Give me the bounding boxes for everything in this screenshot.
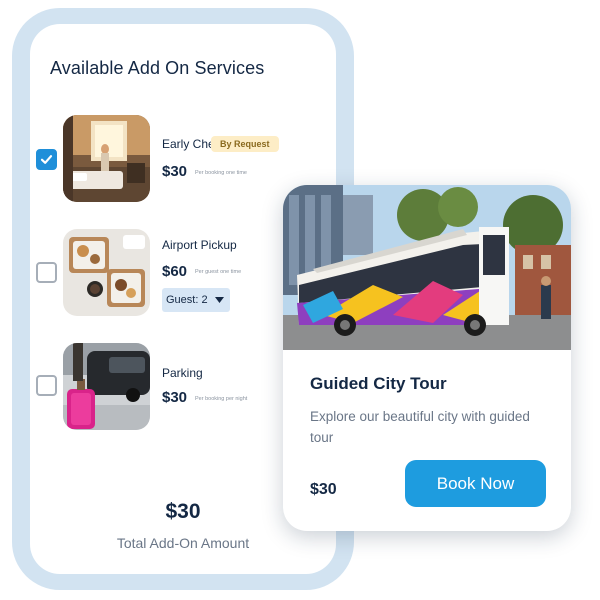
checkmark-icon xyxy=(40,155,53,164)
parking-price: $30 xyxy=(162,389,188,406)
parking-note: Per booking per night xyxy=(195,396,248,402)
tour-price: $30 xyxy=(310,481,337,498)
early-checkin-image xyxy=(63,115,150,202)
tour-title: Guided City Tour xyxy=(310,374,447,393)
parking-checkbox[interactable] xyxy=(36,375,57,396)
addons-title: Available Add On Services xyxy=(50,58,265,78)
airport-pickup-price: $60 xyxy=(162,263,188,280)
parking-image xyxy=(63,343,150,430)
early-checkin-price: $30 xyxy=(162,163,188,180)
airport-pickup-note: Per guest one time xyxy=(195,269,242,275)
parking-name: Parking xyxy=(162,366,203,380)
early-checkin-note: Per booking one time xyxy=(195,170,247,176)
by-request-badge: By Request xyxy=(211,136,279,152)
early-checkin-checkbox[interactable] xyxy=(36,149,57,170)
guest-count-value: Guest: 2 xyxy=(166,294,208,306)
airport-pickup-image xyxy=(63,229,150,316)
tour-bus-image xyxy=(283,185,571,350)
guest-count-select[interactable]: Guest: 2 xyxy=(162,288,230,312)
book-now-button[interactable]: Book Now xyxy=(405,460,546,507)
tour-description: Explore our beautiful city with guided t… xyxy=(310,409,530,445)
airport-pickup-checkbox[interactable] xyxy=(36,262,57,283)
airport-pickup-name: Airport Pickup xyxy=(162,238,237,252)
caret-down-icon xyxy=(215,297,224,303)
tour-card: Guided City Tour Explore our beautiful c… xyxy=(283,185,571,531)
total-addon-label: Total Add-On Amount xyxy=(116,535,250,551)
